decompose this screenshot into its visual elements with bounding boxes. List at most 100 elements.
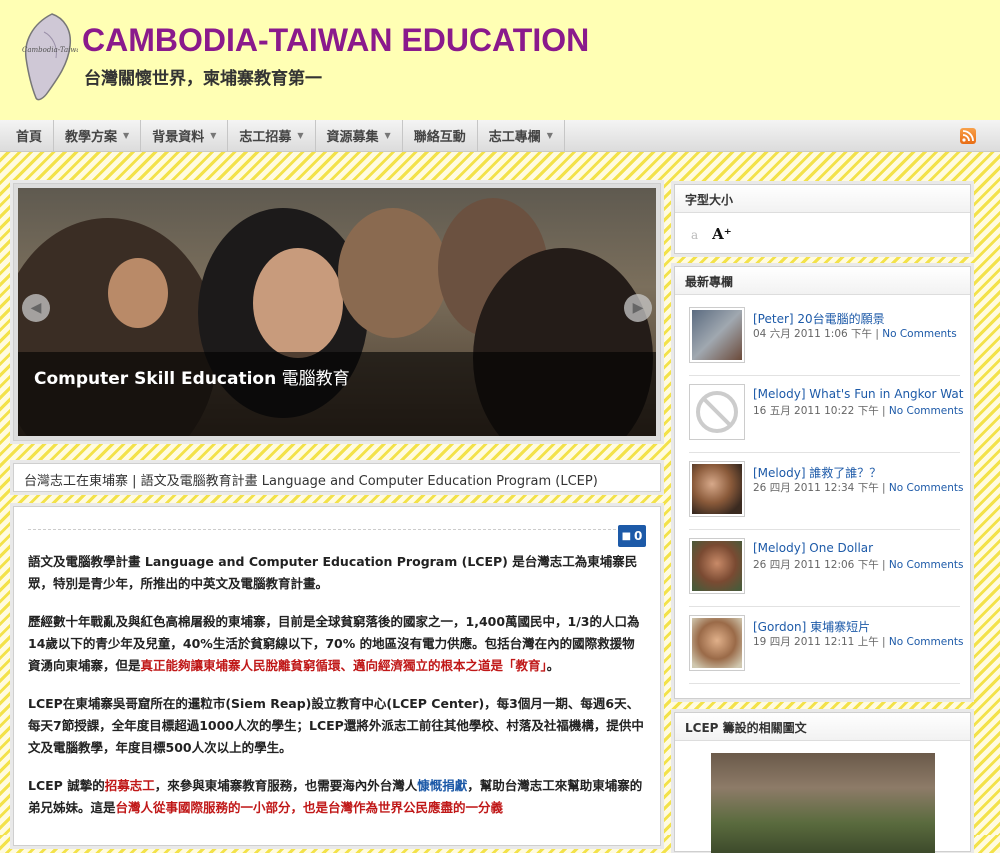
latest-post-title[interactable]: [Melody] One Dollar (753, 541, 873, 555)
post-date: 26 四月 2011 12:34 下午 (753, 482, 879, 494)
slider-next-button[interactable]: ▶ (624, 294, 652, 322)
slide-caption-en: Computer Skill Education (34, 369, 277, 389)
slide-photo[interactable]: ◀ ▶ Computer Skill Education 電腦教育 (18, 188, 656, 436)
latest-post-title[interactable]: [Melody] What's Fun in Angkor Wat (753, 387, 963, 401)
chevron-down-icon: ▼ (123, 131, 130, 140)
nav-label: 資源募集 (326, 130, 379, 145)
photos-widget: LCEP 籌設的相關圖文 (674, 712, 971, 853)
latest-post-meta: 19 四月 2011 12:11 上午 | No Comments (753, 634, 963, 649)
latest-post-meta: 16 五月 2011 10:22 下午 | No Comments (753, 403, 963, 418)
latest-post-meta: 26 四月 2011 12:34 下午 | No Comments (753, 480, 963, 495)
nav-label: 聯絡互動 (413, 130, 466, 145)
meta-separator: | (878, 482, 889, 494)
slider-prev-button[interactable]: ◀ (22, 294, 50, 322)
highlight-text: 台灣人從事國際服務的一小部分，也是台灣作為世界公民應盡的一分義 (115, 800, 504, 815)
latest-post-title[interactable]: [Melody] 誰救了誰？？ (753, 464, 881, 481)
latest-post-item[interactable]: [Melody] 誰救了誰？？ 26 四月 2011 12:34 下午 | No… (689, 453, 963, 530)
post-date: 04 六月 2011 1:06 下午 (753, 328, 873, 340)
no-image-icon (696, 391, 738, 433)
nav-label: 志工招募 (239, 130, 292, 145)
nav-label: 背景資料 (152, 130, 205, 145)
chevron-down-icon: ▼ (297, 131, 304, 140)
nav-label: 志工專欄 (488, 130, 541, 145)
font-size-controls: a A⁺ (675, 213, 970, 255)
nav-item-contact[interactable]: 聯絡互動 (403, 120, 478, 151)
latest-post-item[interactable]: [Peter] 20台電腦的願景 04 六月 2011 1:06 下午 | No… (689, 299, 960, 376)
taiwan-logo-icon[interactable]: Cambodia-Taiwan (14, 12, 78, 104)
meta-separator: | (878, 636, 889, 648)
post-thumbnail[interactable] (689, 615, 745, 671)
comments-link[interactable]: No Comments (889, 405, 964, 417)
nav-item-volunteers[interactable]: 志工招募 ▼ (228, 120, 316, 151)
volunteer-link[interactable]: 招募志工 (105, 778, 155, 793)
comment-icon: ■ (621, 530, 632, 542)
latest-post-meta: 04 六月 2011 1:06 下午 | No Comments (753, 326, 957, 341)
latest-post-item[interactable]: [Melody] One Dollar 26 四月 2011 12:06 下午 … (689, 530, 963, 607)
comments-link[interactable]: No Comments (882, 328, 957, 340)
slide-caption-zh: 電腦教育 (281, 369, 350, 389)
nav-item-programs[interactable]: 教學方案 ▼ (54, 120, 142, 151)
nav-item-resources[interactable]: 資源募集 ▼ (316, 120, 403, 151)
nav-label: 教學方案 (65, 130, 118, 145)
font-decrease-button[interactable]: a (691, 228, 698, 242)
post-thumbnail[interactable] (689, 461, 745, 517)
paragraph: LCEP在東埔寨吳哥窟所在的暹粒市(Siem Reap)設立教育中心(LCEP … (28, 696, 644, 755)
latest-post-meta: 26 四月 2011 12:06 下午 | No Comments (753, 557, 963, 572)
meta-separator: | (872, 328, 883, 340)
featured-slider[interactable]: ◀ ▶ Computer Skill Education 電腦教育 (13, 183, 661, 441)
site-header: Cambodia-Taiwan CAMBODIA-TAIWAN EDUCATIO… (0, 0, 1000, 120)
text: ，來參與東埔寨教育服務，也需要海內外台灣人 (154, 778, 418, 793)
rss-icon[interactable] (960, 128, 976, 144)
photo-face (108, 258, 168, 328)
donate-link[interactable]: 慷慨捐獻 (417, 778, 467, 793)
nav-item-background[interactable]: 背景資料 ▼ (141, 120, 229, 151)
comments-link[interactable]: No Comments (889, 559, 964, 571)
post-body: ■ 0 語文及電腦教學計畫 Language and Computer Educ… (13, 506, 661, 846)
widget-title: LCEP 籌設的相關圖文 (675, 713, 970, 741)
post-date: 16 五月 2011 10:22 下午 (753, 405, 879, 417)
nav-item-columns[interactable]: 志工專欄 ▼ (478, 120, 565, 151)
chevron-down-icon: ▼ (384, 131, 391, 140)
text: 。 (546, 658, 560, 673)
widget-title: 最新專欄 (675, 267, 970, 295)
post-title-bar: 台灣志工在東埔寨 | 語文及電腦教育計畫 Language and Comput… (13, 463, 661, 492)
meta-separator: | (878, 559, 889, 571)
text: LCEP 誠摯的 (28, 778, 105, 793)
chevron-down-icon: ▼ (546, 131, 553, 140)
paragraph: LCEP 誠摯的招募志工，來參與東埔寨教育服務，也需要海內外台灣人慷慨捐獻，幫助… (28, 775, 646, 819)
latest-post-title[interactable]: [Peter] 20台電腦的願景 (753, 310, 885, 327)
main-nav: 首頁 教學方案 ▼ 背景資料 ▼ 志工招募 ▼ 資源募集 ▼ 聯絡互動 志工專欄 ▼ (0, 120, 1000, 152)
site-tagline: 台灣關懷世界，柬埔寨教育第一 (84, 69, 322, 89)
comments-link[interactable]: No Comments (889, 636, 964, 648)
paragraph: 歷經數十年戰亂及與紅色高棉屠殺的東埔寨，目前是全球貧窮落後的國家之一，1,400… (28, 611, 646, 677)
font-increase-button[interactable]: A⁺ (712, 225, 732, 243)
latest-posts-widget: 最新專欄 [Peter] 20台電腦的願景 04 六月 2011 1:06 下午… (674, 266, 971, 699)
font-size-widget: 字型大小 a A⁺ (674, 184, 971, 254)
slide-caption[interactable]: Computer Skill Education 電腦教育 (18, 352, 656, 436)
site-title[interactable]: CAMBODIA-TAIWAN EDUCATION (82, 22, 589, 59)
photo-face (253, 248, 343, 358)
post-date: 26 四月 2011 12:06 下午 (753, 559, 879, 571)
post-thumbnail[interactable] (689, 538, 745, 594)
post-date: 19 四月 2011 12:11 上午 (753, 636, 879, 648)
post-thumbnail[interactable] (689, 384, 745, 440)
logo-text: Cambodia-Taiwan (22, 46, 78, 54)
comments-count: 0 (634, 529, 643, 543)
latest-post-item[interactable]: [Gordon] 東埔寨短片 19 四月 2011 12:11 上午 | No … (689, 607, 963, 684)
paragraph: 語文及電腦教學計畫 Language and Computer Educatio… (28, 554, 638, 591)
latest-post-title[interactable]: [Gordon] 東埔寨短片 (753, 618, 870, 635)
divider (28, 529, 646, 530)
gallery-photo[interactable] (711, 753, 935, 853)
nav-item-home[interactable]: 首頁 (0, 120, 55, 151)
post-title[interactable]: 台灣志工在東埔寨 | 語文及電腦教育計畫 Language and Comput… (24, 474, 598, 489)
latest-post-item[interactable]: [Melody] What's Fun in Angkor Wat 16 五月 … (689, 376, 963, 453)
post-thumbnail[interactable] (689, 307, 745, 363)
comments-count-badge[interactable]: ■ 0 (618, 525, 646, 547)
meta-separator: | (878, 405, 889, 417)
photo-face (338, 208, 448, 338)
nav-label: 首頁 (16, 130, 43, 145)
comments-link[interactable]: No Comments (889, 482, 964, 494)
post-content: 語文及電腦教學計畫 Language and Computer Educatio… (28, 551, 646, 835)
chevron-down-icon: ▼ (210, 131, 217, 140)
widget-title: 字型大小 (675, 185, 970, 213)
